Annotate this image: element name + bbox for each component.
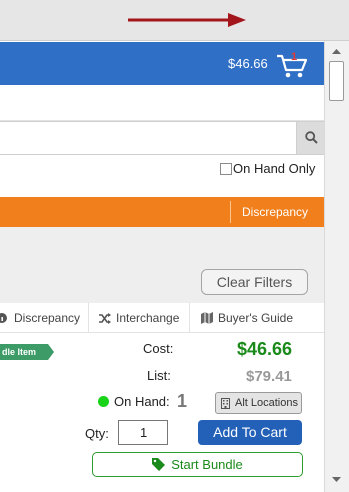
header-spacer [0, 85, 324, 121]
filter-bar-divider [230, 201, 231, 223]
start-bundle-button[interactable]: Start Bundle [92, 452, 303, 477]
on-hand-value: 1 [177, 391, 188, 411]
list-value: $79.41 [246, 368, 292, 385]
search-input[interactable] [0, 122, 296, 154]
page-content: $46.66 1 On Hand Only Discrepancy Clear … [0, 41, 324, 492]
tab-interchange[interactable]: Interchange [99, 303, 179, 333]
tag-icon [152, 458, 166, 471]
alt-locations-label: Alt Locations [235, 397, 298, 409]
shuffle-icon [99, 312, 111, 324]
tab-label: Interchange [116, 311, 180, 325]
cost-label: Cost: [143, 341, 174, 356]
discrepancy-filter-label[interactable]: Discrepancy [242, 205, 308, 219]
window-top-strip [0, 0, 349, 40]
tab-buyers-guide[interactable]: Buyer's Guide [201, 303, 293, 333]
on-hand-only-label: On Hand Only [233, 161, 316, 176]
cart-total[interactable]: $46.66 [228, 56, 268, 71]
search-bar [0, 121, 324, 155]
qty-input[interactable] [118, 420, 168, 445]
scroll-down-arrow-icon[interactable] [328, 471, 345, 488]
cart-count-badge: 1 [291, 51, 298, 63]
cost-value: $46.66 [237, 339, 293, 359]
search-icon [305, 131, 318, 144]
list-label: List: [147, 368, 171, 383]
on-hand-only-checkbox[interactable] [220, 162, 232, 175]
add-to-cart-button[interactable]: Add To Cart [198, 420, 302, 445]
on-hand-only-filter[interactable]: On Hand Only [220, 161, 315, 176]
search-button[interactable] [296, 122, 324, 154]
map-icon [201, 312, 213, 324]
alt-locations-button[interactable]: Alt Locations [215, 392, 302, 414]
info-icon [0, 313, 7, 323]
tab-divider [189, 303, 190, 333]
product-tabs: Discrepancy Interchange Buyer's Guide [0, 303, 324, 333]
browser-frame: $46.66 1 On Hand Only Discrepancy Clear … [0, 40, 349, 492]
vertical-scrollbar[interactable] [324, 41, 349, 492]
scroll-up-arrow-icon[interactable] [328, 43, 345, 60]
start-bundle-label: Start Bundle [171, 457, 243, 472]
in-stock-indicator [98, 396, 109, 407]
tab-divider [88, 303, 89, 333]
filter-panel: Clear Filters [0, 227, 324, 303]
bundle-item-ribbon: dle Item [0, 344, 54, 360]
qty-label: Qty: [85, 426, 109, 441]
tab-label: Discrepancy [14, 311, 81, 325]
site-header: $46.66 1 [0, 42, 324, 85]
building-icon [221, 397, 230, 409]
on-hand-label: On Hand: [114, 394, 170, 409]
tab-discrepancy[interactable]: Discrepancy [0, 303, 80, 333]
red-arrow-icon [128, 13, 246, 27]
scrollbar-thumb[interactable] [329, 61, 344, 101]
clear-filters-button[interactable]: Clear Filters [201, 269, 308, 295]
tab-label: Buyer's Guide [218, 311, 293, 325]
filter-header-bar: Discrepancy [0, 197, 324, 227]
